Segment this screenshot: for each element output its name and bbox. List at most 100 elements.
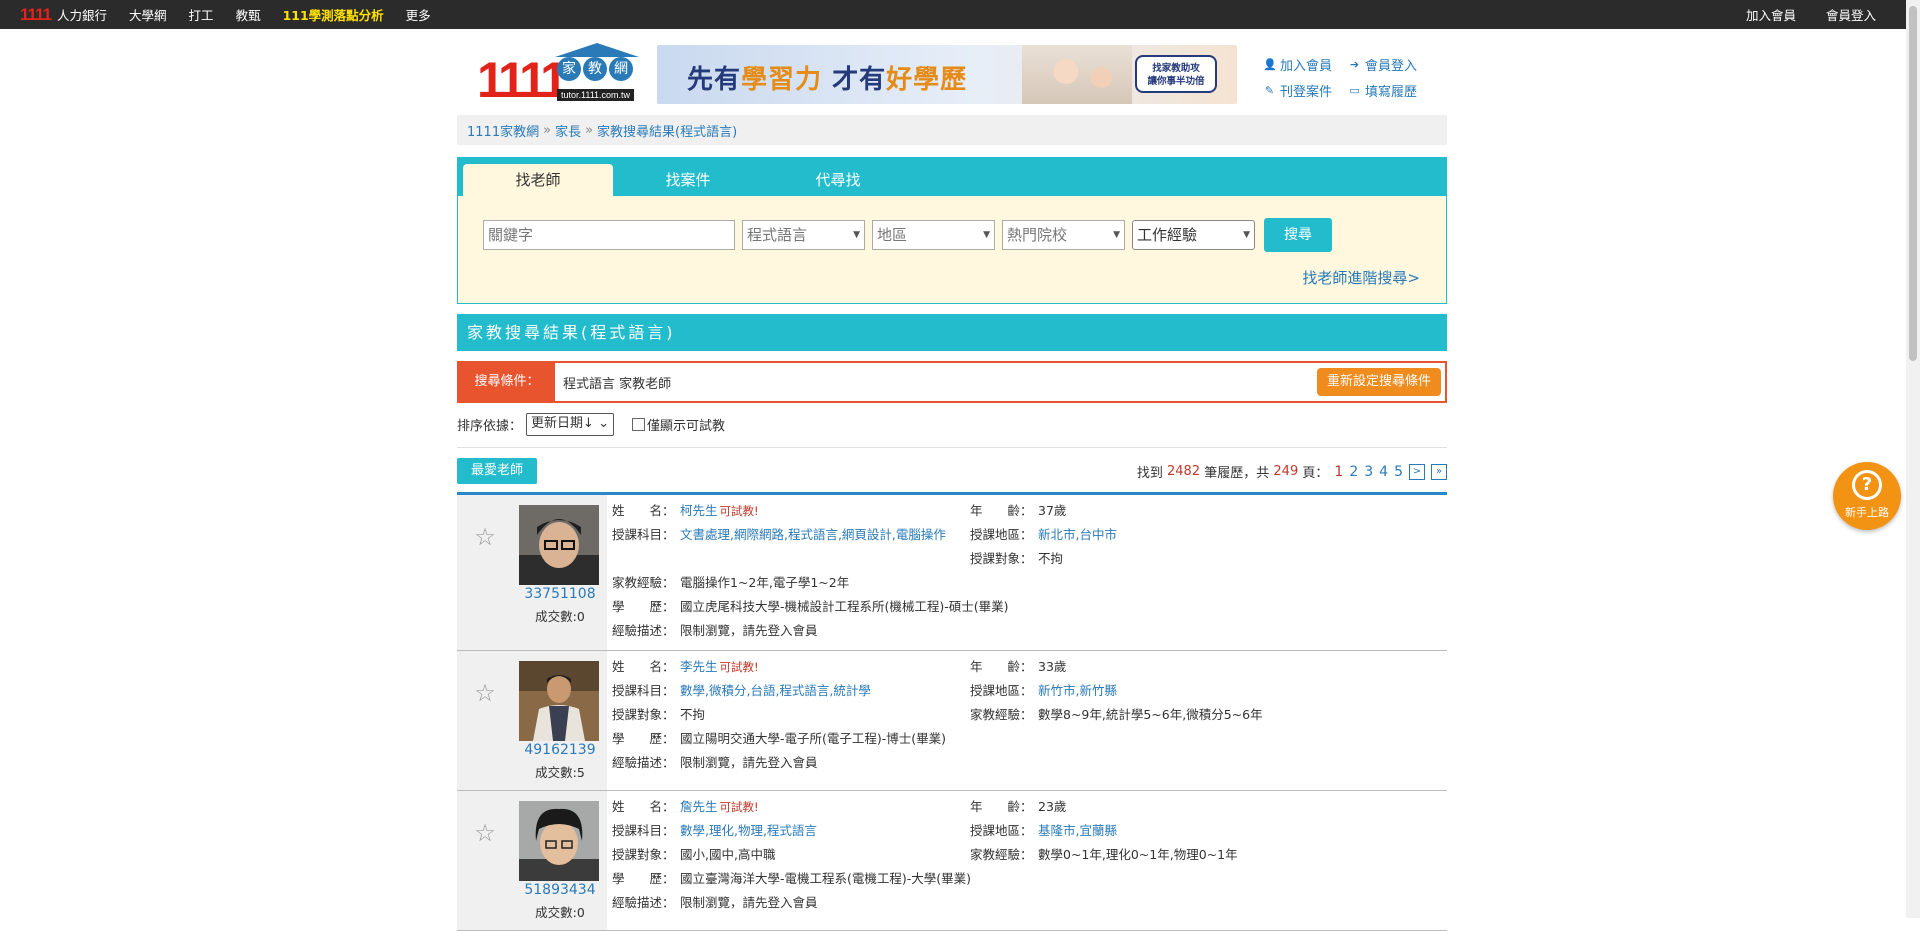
teacher-target: 不拘 — [680, 707, 706, 722]
topbar-link-parttime[interactable]: 打工 — [189, 5, 214, 24]
tab-find-teacher[interactable]: 找老師 — [463, 164, 613, 196]
checkbox-box[interactable] — [631, 417, 645, 431]
teacher-subjects[interactable]: 文書處理,網際網路,程式語言,網頁設計,電腦操作 — [680, 527, 964, 543]
teacher-id-link[interactable]: 49162139 — [513, 742, 607, 758]
star-icon[interactable]: ☆ — [473, 525, 497, 549]
trial-only-checkbox[interactable]: 僅顯示可試教 — [631, 415, 725, 434]
page-scrollbar[interactable] — [1906, 0, 1920, 918]
banner-text: 好學歷 — [886, 65, 968, 95]
teacher-photo[interactable] — [519, 505, 599, 585]
field-label: 年 齡： — [970, 659, 1033, 674]
teacher-description: 限制瀏覽，請先登入會員 — [680, 623, 818, 638]
page-link[interactable]: 3 — [1364, 464, 1373, 480]
subject-select-value: 程式語言 — [747, 226, 808, 244]
topbar-link-university[interactable]: 大學網 — [129, 5, 167, 24]
topbar-link-more[interactable]: 更多 — [406, 5, 431, 24]
help-button[interactable]: ? 新手上路 — [1833, 462, 1901, 530]
member-login-link[interactable]: ➔ 會員登入 — [1348, 55, 1417, 74]
help-label: 新手上路 — [1845, 506, 1889, 519]
deal-count: 成交數:5 — [535, 765, 585, 780]
topbar-link-exam-analysis[interactable]: 111學測落點分析 — [283, 5, 384, 24]
search-panel: 找老師 找案件 代尋找 關鍵字 程式語言 ▼ 地區 ▼ 熱門院校 ▼ 工作經驗 ▼ 搜尋… — [457, 157, 1447, 304]
logo-url: tutor.1111.com.tw — [557, 89, 635, 101]
teacher-id-link[interactable]: 33751108 — [513, 586, 607, 602]
tab-find-case[interactable]: 找案件 — [613, 164, 763, 196]
field-label: 家教經驗： — [970, 707, 1033, 722]
logo-char: 家 — [557, 57, 581, 81]
breadcrumb-current[interactable]: 家教搜尋結果(程式語言) — [597, 121, 737, 140]
page-link[interactable]: 4 — [1379, 464, 1388, 480]
pager-text: 找到 — [1136, 466, 1163, 481]
breadcrumb-home[interactable]: 1111家教網 — [467, 121, 539, 140]
results-title: 家教搜尋結果(程式語言) — [457, 314, 1447, 351]
search-button[interactable]: 搜尋 — [1264, 218, 1332, 252]
tab-agent-search[interactable]: 代尋找 — [763, 164, 913, 196]
page-link[interactable]: 1 — [1334, 464, 1343, 480]
star-icon[interactable]: ☆ — [473, 821, 497, 845]
teacher-id-link[interactable]: 51893434 — [513, 882, 607, 898]
sort-select[interactable]: 更新日期↓ ⌄ — [526, 412, 614, 436]
fill-resume-link[interactable]: ▭ 填寫履歷 — [1348, 81, 1417, 100]
teacher-card: ☆ 49162139 成交數:5 姓 名： 李先生 可試教! 年 齡： 33歲 授課科… — [457, 651, 1447, 791]
fill-resume-label: 填寫履歷 — [1365, 85, 1418, 100]
topbar-join-link[interactable]: 加入會員 — [1746, 5, 1796, 24]
teacher-name-link[interactable]: 詹先生 — [680, 799, 718, 815]
teacher-subjects[interactable]: 數學,理化,物理,程式語言 — [680, 823, 817, 839]
reset-conditions-button[interactable]: 重新設定搜尋條件 — [1316, 368, 1441, 396]
breadcrumb-parent[interactable]: 家長 — [555, 121, 581, 140]
breadcrumb: 1111家教網» 家長» 家教搜尋結果(程式語言) — [457, 115, 1447, 145]
field-label: 授課地區： — [970, 683, 1033, 698]
field-label: 授課地區： — [970, 527, 1033, 542]
experience-select[interactable]: 工作經驗 ▼ — [1132, 220, 1255, 250]
field-label: 授課地區： — [970, 823, 1033, 838]
banner-text: 才有 — [832, 65, 887, 95]
field-label: 學 歷： — [612, 871, 675, 886]
teacher-name-link[interactable]: 柯先生 — [680, 503, 718, 519]
trial-badge: 可試教! — [719, 800, 759, 814]
topbar-login-link[interactable]: 會員登入 — [1826, 5, 1876, 24]
teacher-photo[interactable] — [519, 801, 599, 881]
post-case-link[interactable]: ✎ 刊登案件 — [1263, 81, 1332, 100]
area-select[interactable]: 地區 ▼ — [872, 220, 995, 250]
subject-select[interactable]: 程式語言 ▼ — [742, 220, 865, 250]
join-member-label: 加入會員 — [1280, 59, 1333, 74]
trial-badge: 可試教! — [719, 660, 759, 674]
favorite-teachers-button[interactable]: 最愛老師 — [457, 458, 538, 484]
teacher-photo[interactable] — [519, 661, 599, 741]
advanced-search-link[interactable]: 找老師進階搜尋> — [1302, 267, 1420, 288]
result-count: 2482 — [1167, 464, 1201, 479]
member-login-label: 會員登入 — [1365, 59, 1418, 74]
logo-chars: 家 教 網 — [557, 57, 633, 81]
last-page-icon[interactable]: » — [1431, 463, 1447, 480]
topbar-link-teacher[interactable]: 教甄 — [236, 5, 261, 24]
teacher-age: 37歲 — [1038, 503, 1067, 518]
teacher-subjects[interactable]: 數學,微積分,台語,程式語言,統計學 — [680, 683, 871, 699]
page-link[interactable]: 2 — [1349, 464, 1358, 480]
site-logo[interactable]: 1111 家 教 網 tutor.1111.com.tw — [477, 43, 639, 105]
chevron-down-icon: ▼ — [853, 230, 860, 240]
banner-badge-line: 讓你事半功倍 — [1147, 76, 1205, 87]
star-icon[interactable]: ☆ — [473, 681, 497, 705]
keyword-input[interactable]: 關鍵字 — [483, 220, 735, 250]
teacher-target: 不拘 — [1038, 551, 1064, 566]
join-member-link[interactable]: 👤 加入會員 — [1263, 55, 1332, 74]
teacher-card: ☆ 51893434 成交數:0 姓 名： 詹先生 可試教! 年 齡： 23歲 授課科… — [457, 791, 1447, 931]
school-select-value: 熱門院校 — [1007, 226, 1068, 244]
teacher-name-link[interactable]: 李先生 — [680, 659, 718, 675]
field-label: 家教經驗： — [612, 575, 675, 590]
teacher-area[interactable]: 新竹市,新竹縣 — [1038, 683, 1117, 699]
teacher-area[interactable]: 新北市,台中市 — [1038, 527, 1117, 543]
page-link[interactable]: 5 — [1394, 464, 1403, 480]
field-label: 授課科目： — [612, 683, 675, 698]
next-page-icon[interactable]: > — [1409, 463, 1425, 480]
logo-char: 網 — [609, 57, 633, 81]
search-fields: 關鍵字 程式語言 ▼ 地區 ▼ 熱門院校 ▼ 工作經驗 ▼ 搜尋 — [483, 218, 1332, 252]
search-tabs: 找老師 找案件 代尋找 — [458, 158, 1446, 196]
scrollbar-thumb[interactable] — [1909, 6, 1917, 361]
ad-banner[interactable]: 先有學習力 才有好學歷 找家教助攻 讓你事半功倍 — [657, 45, 1237, 104]
sort-label: 排序依據： — [457, 418, 523, 434]
teacher-area[interactable]: 基隆市,宜蘭縣 — [1038, 823, 1117, 839]
teacher-age: 23歲 — [1038, 799, 1067, 814]
topbar-brand-link[interactable]: 1111 人力銀行 — [20, 5, 107, 25]
school-select[interactable]: 熱門院校 ▼ — [1002, 220, 1125, 250]
